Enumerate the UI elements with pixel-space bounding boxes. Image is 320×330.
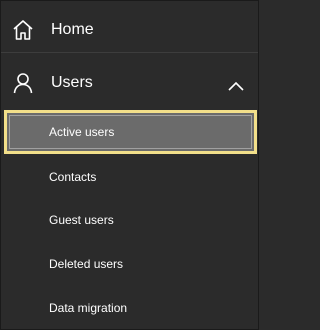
person-icon — [12, 72, 34, 94]
sub-item-guest-users[interactable]: Guest users — [1, 202, 258, 238]
navigation-pane: Home Users Active users Contacts Guest u… — [0, 0, 259, 330]
sub-item-label: Guest users — [49, 213, 114, 227]
divider — [1, 52, 258, 53]
selected-item-background — [9, 115, 252, 149]
sub-item-active-users[interactable]: Active users — [4, 110, 257, 154]
nav-item-label: Users — [51, 74, 93, 91]
sub-item-deleted-users[interactable]: Deleted users — [1, 246, 258, 282]
nav-item-label: Home — [51, 21, 94, 38]
home-icon — [12, 19, 34, 41]
sub-item-label: Data migration — [49, 301, 128, 315]
nav-item-users[interactable]: Users — [1, 58, 258, 108]
sub-item-label: Deleted users — [49, 257, 124, 271]
sub-item-label: Active users — [49, 125, 115, 139]
sub-item-label: Contacts — [49, 170, 97, 184]
sub-item-data-migration[interactable]: Data migration — [1, 290, 258, 326]
chevron-up-icon[interactable] — [228, 78, 244, 91]
sub-item-contacts[interactable]: Contacts — [1, 159, 258, 195]
nav-item-home[interactable]: Home — [1, 5, 258, 55]
